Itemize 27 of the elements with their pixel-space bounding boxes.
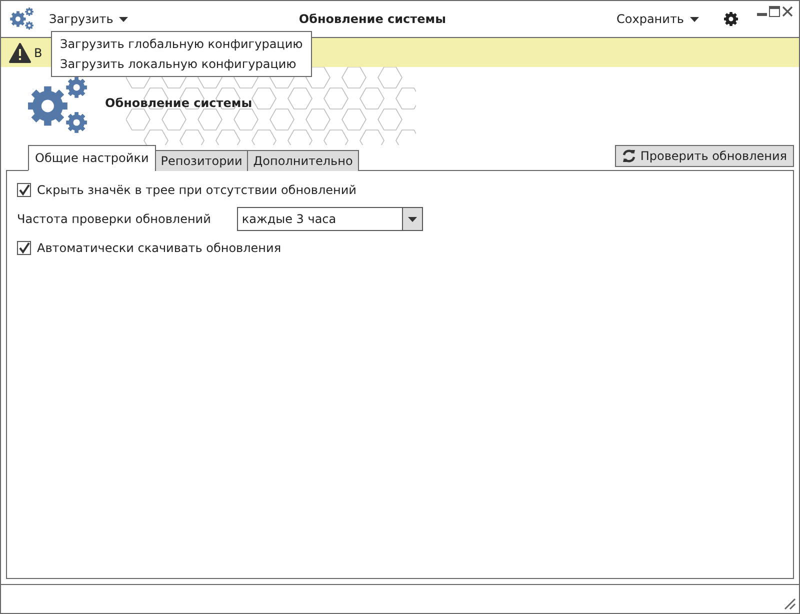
caret-icon — [119, 16, 128, 22]
warning-icon — [9, 42, 31, 62]
header-title: Обновление системы — [105, 96, 252, 110]
caret-icon — [408, 216, 417, 222]
check-updates-button[interactable]: Проверить обновления — [615, 145, 794, 167]
checkbox-label: Автоматически скачивать обновления — [37, 241, 282, 255]
checkbox[interactable] — [17, 183, 31, 197]
checkbox-label: Скрыть значёк в трее при отсутствии обновлений — [37, 183, 356, 197]
close-icon[interactable] — [782, 5, 793, 17]
tab[interactable]: Репозитории — [154, 150, 248, 171]
tab[interactable]: Общие настройки — [28, 145, 156, 171]
resize-grip-icon[interactable] — [782, 596, 796, 610]
window-title: Обновление системы — [298, 12, 447, 26]
gears-icon — [9, 6, 35, 32]
frequency-select[interactable]: каждые 3 часа — [236, 207, 423, 231]
save-menu[interactable]: Сохранить — [610, 10, 705, 28]
menu-item[interactable]: Загрузить глобальную конфигурацию — [52, 34, 311, 54]
caret-icon — [690, 16, 699, 22]
checkbox[interactable] — [17, 241, 31, 255]
warning-text: В — [34, 46, 42, 60]
load-menu[interactable]: Загрузить — [43, 10, 134, 28]
menu-item[interactable]: Загрузить локальную конфигурацию — [52, 54, 311, 74]
field-label: Частота проверки обновлений — [17, 212, 211, 226]
maximize-icon[interactable] — [769, 5, 780, 17]
tab[interactable]: Дополнительно — [247, 150, 359, 171]
settings-icon[interactable] — [723, 11, 739, 27]
refresh-icon — [622, 149, 636, 163]
